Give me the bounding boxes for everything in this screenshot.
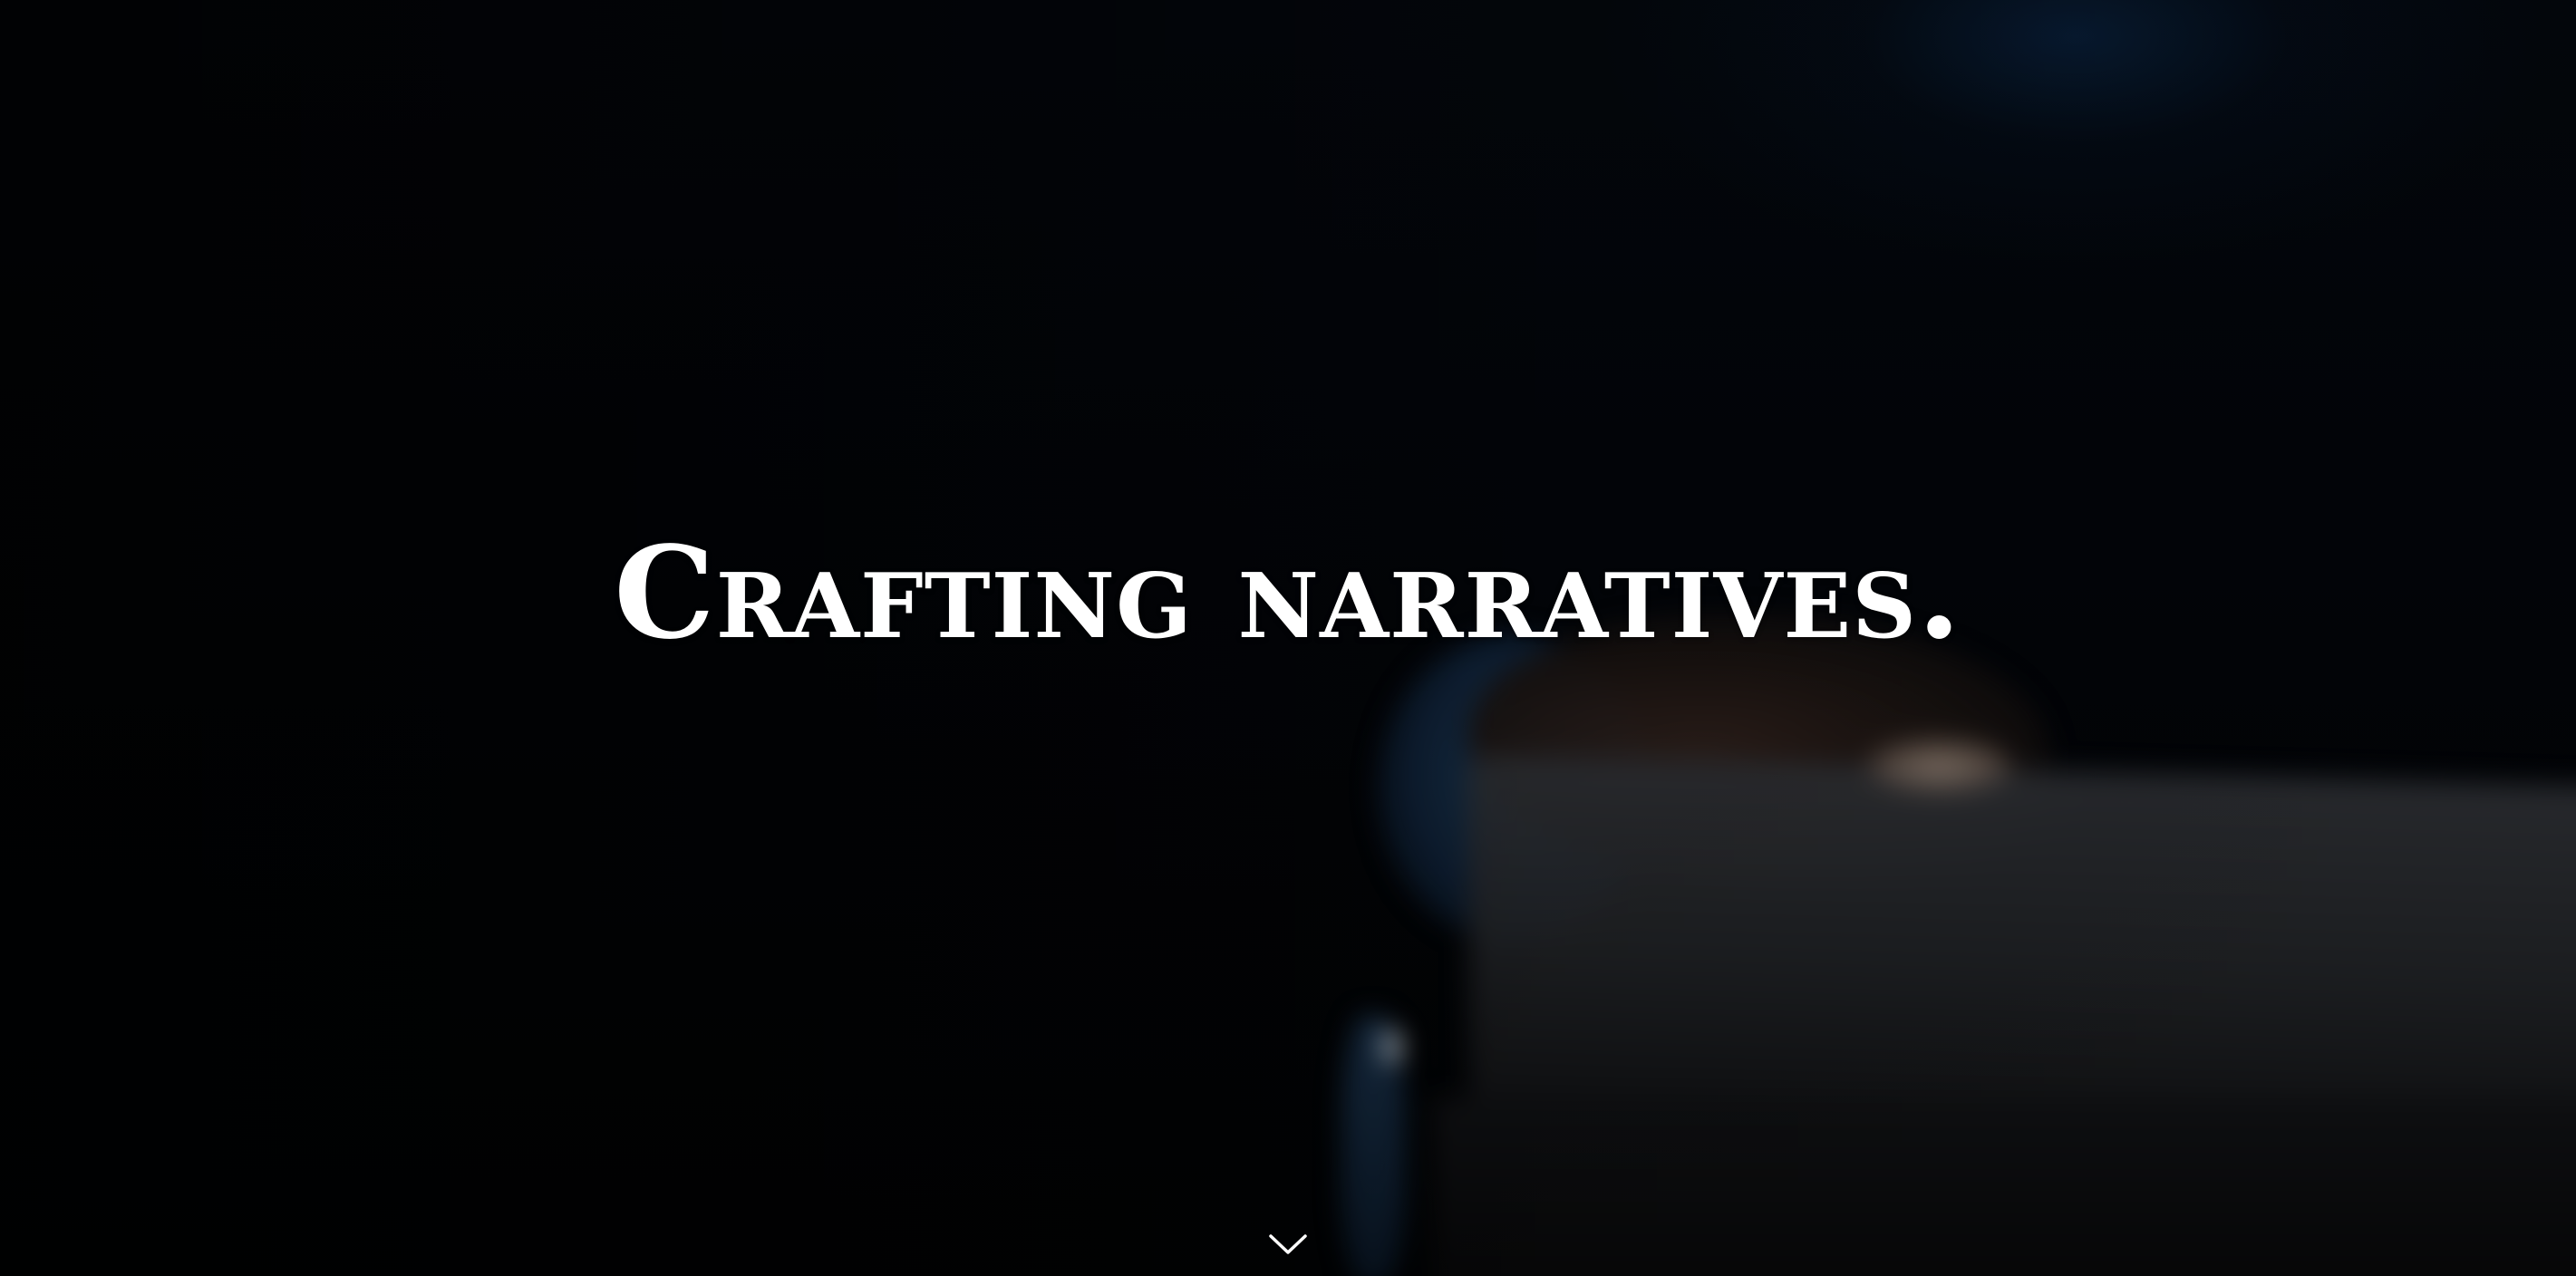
hero-section: Crafting narratives. <box>0 0 2576 1276</box>
hero-headline: Crafting narratives. <box>614 519 1962 668</box>
scroll-down-button[interactable] <box>1266 1231 1310 1258</box>
chevron-down-icon <box>1269 1234 1307 1254</box>
